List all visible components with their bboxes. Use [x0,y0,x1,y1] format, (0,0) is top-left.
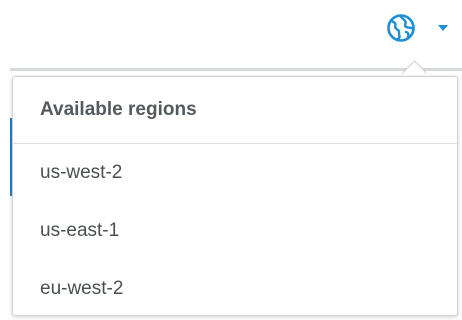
region-option-us-west-2[interactable]: us-west-2 [13,144,457,202]
region-dropdown-menu: Available regions us-west-2 us-east-1 eu… [12,76,458,316]
globe-icon [387,14,415,42]
dropdown-heading: Available regions [13,77,457,144]
caret-down-icon [438,25,448,31]
region-list: us-west-2 us-east-1 eu-west-2 [13,144,457,318]
header-bar [0,0,462,50]
region-option-us-east-1[interactable]: us-east-1 [13,202,457,260]
header-divider [10,68,462,71]
region-selector-button[interactable] [386,8,462,48]
region-option-eu-west-2[interactable]: eu-west-2 [13,260,457,318]
page: Available regions us-west-2 us-east-1 eu… [0,0,462,320]
